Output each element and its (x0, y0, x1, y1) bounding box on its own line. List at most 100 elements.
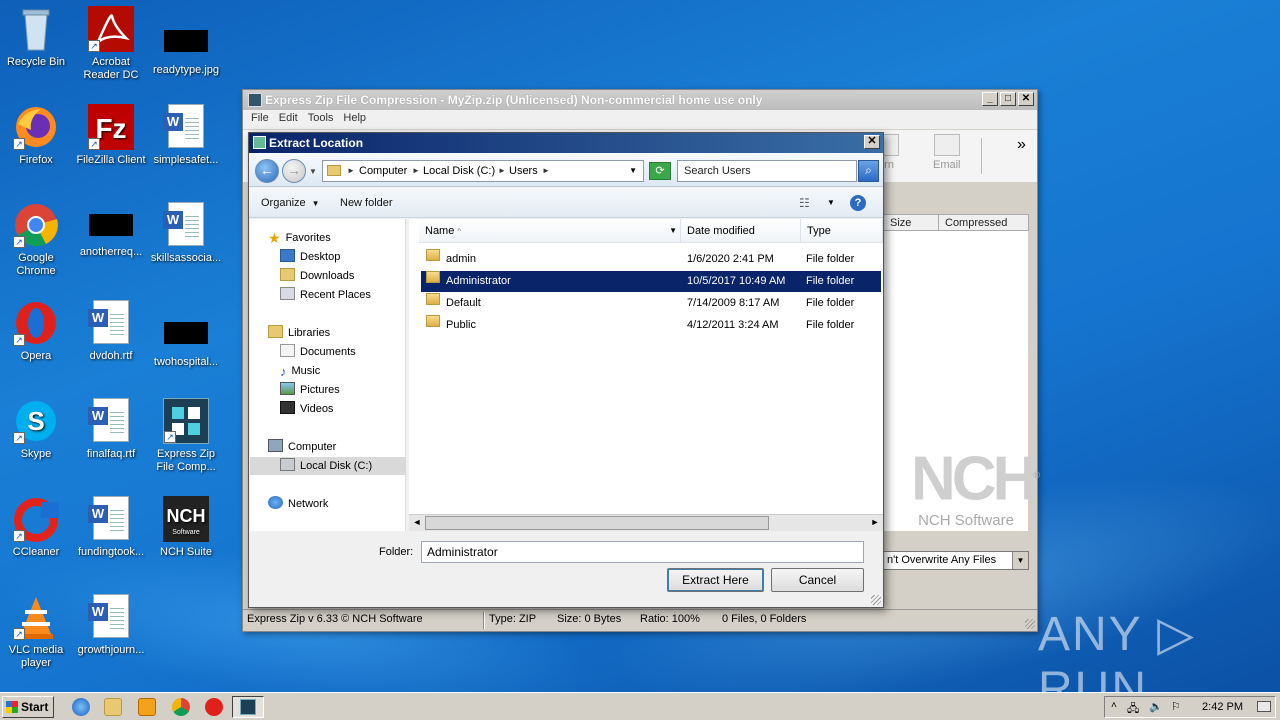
network-status-icon[interactable]: 🖧 (1127, 700, 1139, 719)
forward-button[interactable]: → (282, 159, 306, 183)
desktop-icon-firefox[interactable]: ↗ Firefox (0, 104, 74, 167)
nav-desktop[interactable]: Desktop (280, 248, 340, 266)
search-icon[interactable]: ⌕ (858, 160, 879, 182)
address-bar[interactable]: ► Computer ► Local Disk (C:) ► Users ► ▼ (322, 160, 644, 182)
overwrite-mode-select[interactable]: n't Overwrite Any Files ▼ (883, 551, 1029, 570)
dialog-titlebar[interactable]: Extract Location ✕ (249, 133, 883, 153)
desktop-icon-vlc[interactable]: ↗ VLC media player (0, 594, 74, 670)
start-button[interactable]: Start (2, 696, 54, 718)
nav-recent-places[interactable]: Recent Places (280, 286, 371, 304)
back-button[interactable]: ← (255, 159, 279, 183)
menu-edit[interactable]: Edit (275, 112, 304, 127)
chevron-up-icon[interactable]: ˄ (1111, 700, 1117, 711)
desktop-icon-readytype[interactable]: readytype.jpg (148, 6, 224, 77)
close-button[interactable]: ✕ (1018, 92, 1034, 106)
desktop-icon-skillsassocia[interactable]: W skillsassocia... (148, 202, 224, 265)
new-folder-button[interactable]: New folder (340, 197, 393, 209)
show-desktop-icon[interactable] (1257, 701, 1271, 712)
desktop-icon-anotherreq[interactable]: anotherreq... (73, 202, 149, 259)
column-header-date[interactable]: Date modified (681, 219, 801, 243)
chrome-icon[interactable] (172, 698, 190, 716)
desktop-icon-ccleaner[interactable]: ↗ CCleaner (0, 496, 74, 559)
menu-tools[interactable]: Tools (304, 112, 340, 127)
chevron-right-icon[interactable]: ► (412, 166, 420, 175)
desktop-icon-chrome[interactable]: ↗ Google Chrome (0, 202, 74, 278)
desktop-icon-acrobat[interactable]: ↗ Acrobat Reader DC (73, 6, 149, 82)
desktop-icon-skype[interactable]: S ↗ Skype (0, 398, 74, 461)
nav-downloads[interactable]: Downloads (280, 267, 354, 285)
nav-music[interactable]: ♪ Music (280, 362, 320, 380)
minimize-button[interactable]: _ (982, 92, 998, 106)
desktop-icon-fundingtook[interactable]: W fundingtook... (73, 496, 149, 559)
column-size[interactable]: Size (883, 214, 939, 231)
desktop-icon-opera[interactable]: ↗ Opera (0, 300, 74, 363)
main-window-titlebar[interactable]: Express Zip File Compression - MyZip.zip… (243, 90, 1037, 110)
view-options-icon[interactable]: ☷ (799, 196, 810, 210)
menu-help[interactable]: Help (339, 112, 372, 127)
search-input[interactable]: Search Users (677, 160, 857, 182)
desktop-icon-expresszip[interactable]: ↗ Express Zip File Comp... (148, 398, 224, 474)
chevron-down-icon[interactable]: ▼ (827, 198, 835, 207)
scrollbar-thumb[interactable] (425, 516, 769, 530)
chevron-right-icon[interactable]: ► (542, 166, 550, 175)
media-player-icon[interactable] (138, 698, 156, 716)
nav-favorites[interactable]: ★ Favorites (268, 229, 331, 247)
help-icon[interactable]: ? (850, 195, 866, 211)
desktop-icon-growthjourn[interactable]: W growthjourn... (73, 594, 149, 657)
scroll-right-icon[interactable]: ► (868, 517, 882, 527)
desktop-icon-simplesafet[interactable]: W simplesafet... (148, 104, 224, 167)
scroll-left-icon[interactable]: ◄ (410, 517, 424, 527)
chevron-down-icon[interactable]: ▼ (669, 219, 677, 243)
desktop-icon-nch-suite[interactable]: NCH Software NCH Suite (148, 496, 224, 559)
file-row-default[interactable]: Default 7/14/2009 8:17 AM File folder (421, 293, 881, 314)
desktop-icon-finalfaq[interactable]: W finalfaq.rtf (73, 398, 149, 461)
organize-button[interactable]: Organize ▼ (261, 197, 320, 209)
resize-grip[interactable] (1025, 619, 1035, 629)
internet-explorer-icon[interactable] (72, 698, 90, 716)
cancel-button[interactable]: Cancel (771, 568, 864, 592)
menu-file[interactable]: File (247, 112, 275, 127)
breadcrumb-computer[interactable]: Computer (359, 165, 407, 177)
extract-here-button[interactable]: Extract Here (667, 568, 764, 592)
status-bar: Express Zip v 6.33 © NCH Software Type: … (243, 609, 1037, 631)
nav-libraries[interactable]: Libraries (268, 324, 330, 342)
desktop-icon-dvdoh[interactable]: W dvdoh.rtf (73, 300, 149, 363)
nav-computer[interactable]: Computer (268, 438, 336, 456)
refresh-button[interactable]: ⟳ (649, 162, 671, 180)
folder-input[interactable]: Administrator (421, 541, 864, 563)
flag-icon[interactable]: ⚐ (1171, 700, 1181, 713)
horizontal-scrollbar[interactable]: ◄ ► (409, 514, 883, 531)
email-button[interactable]: Email (933, 134, 961, 171)
chevron-right-icon[interactable]: ► (347, 166, 355, 175)
file-type: File folder (806, 319, 855, 331)
breadcrumb-users[interactable]: Users (509, 165, 538, 177)
resize-grip[interactable] (871, 595, 881, 605)
volume-icon[interactable]: 🔈 (1149, 700, 1163, 713)
dialog-close-button[interactable]: ✕ (864, 135, 880, 149)
breadcrumb-local-disk[interactable]: Local Disk (C:) (423, 165, 495, 177)
desktop-icon-filezilla[interactable]: Fz ↗ FileZilla Client (73, 104, 149, 167)
desktop-icon-recycle-bin[interactable]: Recycle Bin (0, 6, 74, 69)
desktop-icon-twohospital[interactable]: twohospital... (148, 300, 224, 369)
column-header-name[interactable]: Name ^ ▼ (419, 219, 681, 243)
nav-documents[interactable]: Documents (280, 343, 356, 361)
toolbar-more-button[interactable]: » (1017, 136, 1026, 154)
recent-locations-dropdown[interactable]: ▼ (309, 167, 317, 176)
nav-videos[interactable]: Videos (280, 400, 333, 418)
nav-local-disk[interactable]: Local Disk (C:) (250, 457, 406, 475)
desktop-icon-label: VLC media player (8, 644, 64, 669)
explorer-icon[interactable] (104, 698, 122, 716)
file-row-admin[interactable]: admin 1/6/2020 2:41 PM File folder (421, 249, 881, 270)
opera-icon[interactable] (205, 698, 223, 716)
column-compressed[interactable]: Compressed (938, 214, 1029, 231)
column-header-type[interactable]: Type (801, 219, 883, 243)
nav-network[interactable]: Network (268, 495, 328, 513)
nav-pictures[interactable]: Pictures (280, 381, 340, 399)
file-row-public[interactable]: Public 4/12/2011 3:24 AM File folder (421, 315, 881, 336)
maximize-button[interactable]: □ (1000, 92, 1016, 106)
chevron-down-icon[interactable]: ▼ (629, 166, 637, 175)
express-zip-taskbar-button[interactable] (232, 696, 264, 718)
file-row-administrator[interactable]: Administrator 10/5/2017 10:49 AM File fo… (421, 271, 881, 292)
chevron-right-icon[interactable]: ► (498, 166, 506, 175)
clock[interactable]: 2:42 PM (1202, 701, 1243, 713)
